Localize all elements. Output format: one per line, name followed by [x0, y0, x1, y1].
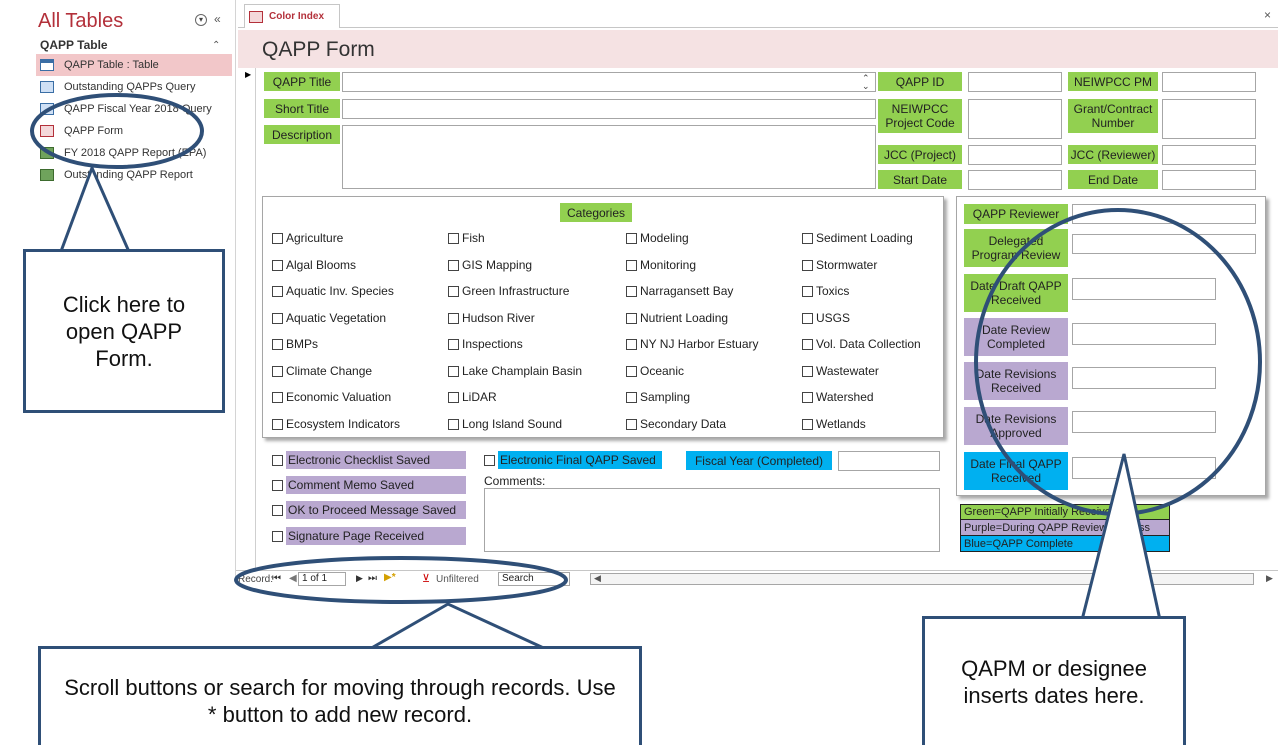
annotation-ellipse-nav: [30, 93, 204, 169]
callout-pointer-open: [58, 164, 132, 255]
callout-pointer-dates: [1080, 453, 1162, 621]
callout-scroll-records: Scroll buttons or search for moving thro…: [38, 646, 642, 745]
annotation-ellipse-recnav: [234, 556, 568, 604]
callout-pointer-scroll: [367, 602, 549, 652]
callout-open-form: Click here to open QAPP Form.: [23, 249, 225, 413]
annotation-ellipse-dates: [974, 208, 1262, 516]
callout-insert-dates: QAPM or designee inserts dates here.: [922, 616, 1186, 745]
